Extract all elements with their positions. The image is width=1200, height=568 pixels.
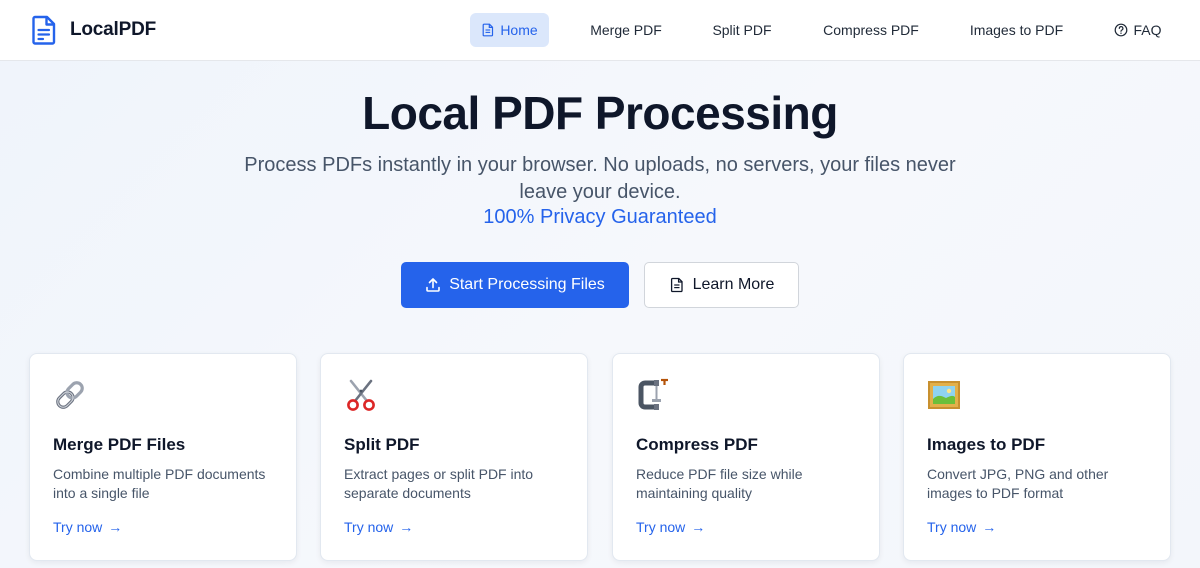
try-now-link[interactable]: Try now → <box>53 519 122 535</box>
learn-more-label: Learn More <box>692 276 775 293</box>
arrow-right-icon: → <box>982 519 997 535</box>
nav-faq-label: FAQ <box>1133 22 1162 38</box>
nav-split-pdf-label: Split PDF <box>712 22 772 38</box>
card-description: Reduce PDF file size while maintaining q… <box>636 466 803 501</box>
link-icon <box>56 381 84 409</box>
card-title: Merge PDF Files <box>53 435 186 454</box>
try-now-label: Try now <box>53 519 103 535</box>
card-description: Extract pages or split PDF into separate… <box>344 466 534 501</box>
feature-card-split[interactable]: Split PDF Extract pages or split PDF int… <box>320 353 588 561</box>
feature-card-compress[interactable]: Compress PDF Reduce PDF file size while … <box>612 353 880 561</box>
arrow-right-icon: → <box>691 519 706 535</box>
nav-home[interactable]: Home <box>470 13 549 47</box>
upload-icon <box>426 278 440 292</box>
nav-split-pdf[interactable]: Split PDF <box>702 13 782 47</box>
try-now-label: Try now <box>927 519 977 535</box>
clamp-icon <box>638 378 668 410</box>
try-now-link[interactable]: Try now → <box>344 519 413 535</box>
nav-home-label: Home <box>500 22 538 38</box>
card-title: Compress PDF <box>636 435 758 454</box>
hero-title: Local PDF Processing <box>362 87 838 139</box>
try-now-label: Try now <box>636 519 686 535</box>
arrow-right-icon: → <box>108 519 123 535</box>
question-circle-icon <box>1115 23 1128 37</box>
card-title: Images to PDF <box>927 435 1046 454</box>
document-icon <box>482 23 494 37</box>
nav-images-to-pdf-label: Images to PDF <box>969 22 1064 38</box>
start-processing-label: Start Processing Files <box>449 276 605 293</box>
nav-merge-pdf[interactable]: Merge PDF <box>580 13 672 47</box>
nav-images-to-pdf[interactable]: Images to PDF <box>960 13 1073 47</box>
nav-compress-pdf[interactable]: Compress PDF <box>812 13 930 47</box>
nav-faq[interactable]: FAQ <box>1106 13 1170 47</box>
card-description: Combine multiple PDF documents into a si… <box>53 466 266 501</box>
feature-card-images[interactable]: Images to PDF Convert JPG, PNG and other… <box>903 353 1171 561</box>
top-header: LocalPDF Home Merge PDF Split PDF Compre… <box>0 0 1200 61</box>
nav-compress-pdf-label: Compress PDF <box>823 22 919 38</box>
arrow-right-icon: → <box>399 519 414 535</box>
learn-more-button[interactable]: Learn More <box>644 262 799 308</box>
nav-merge-pdf-label: Merge PDF <box>590 22 662 38</box>
main-nav: Home Merge PDF Split PDF Compress PDF Im… <box>0 13 1200 47</box>
scissors-icon <box>347 379 375 411</box>
feature-card-merge[interactable]: Merge PDF Files Combine multiple PDF doc… <box>29 353 297 561</box>
try-now-link[interactable]: Try now → <box>636 519 705 535</box>
privacy-tagline: 100% Privacy Guaranteed <box>483 206 717 228</box>
document-icon <box>670 277 683 293</box>
start-processing-button[interactable]: Start Processing Files <box>401 262 629 308</box>
try-now-link[interactable]: Try now → <box>927 519 996 535</box>
card-description: Convert JPG, PNG and other images to PDF… <box>927 466 1109 501</box>
card-title: Split PDF <box>344 435 420 454</box>
try-now-label: Try now <box>344 519 394 535</box>
hero-subtitle: Process PDFs instantly in your browser. … <box>244 154 956 203</box>
framed-picture-icon <box>928 381 960 409</box>
